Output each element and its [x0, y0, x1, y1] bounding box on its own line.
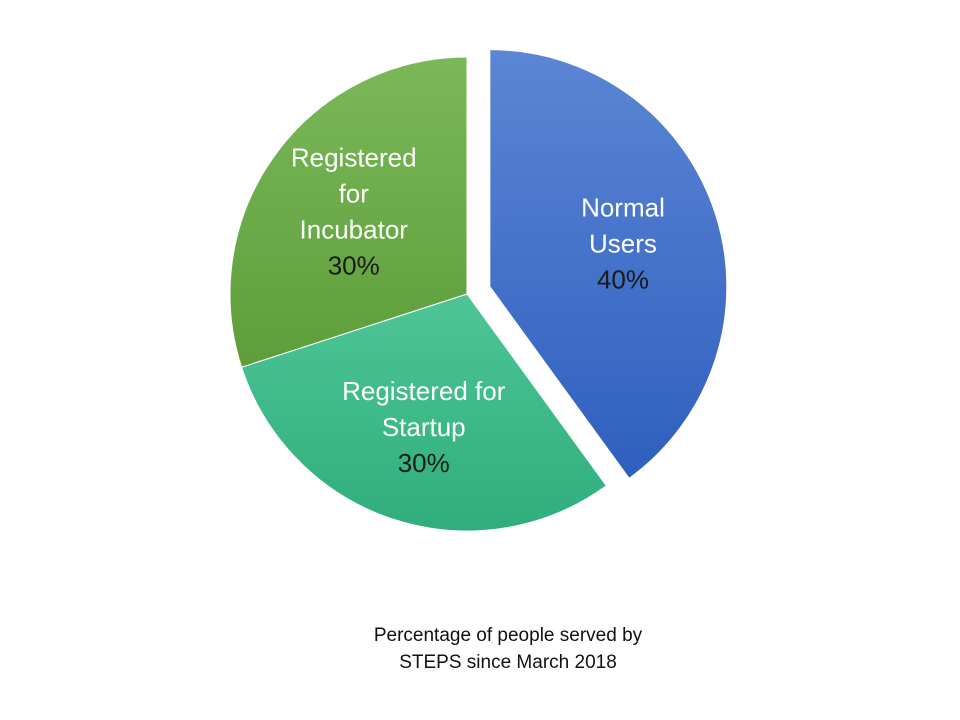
caption-line-2: STEPS since March 2018	[399, 652, 617, 673]
slice-name-line: Registered for	[342, 376, 506, 406]
pie-chart: Normal Users 40% Registered for Startup 30% Re…	[229, 49, 728, 532]
slice-name-line: Users	[589, 228, 657, 258]
slice-percent: 30%	[398, 448, 450, 478]
slice-percent: 30%	[328, 251, 380, 281]
slice-name-line: Registered	[291, 143, 417, 173]
caption-line-1: Percentage of people served by	[373, 625, 643, 646]
chart-caption: Percentage of people served by STEPS sin…	[330, 622, 686, 676]
slice-name-line: for	[339, 179, 370, 209]
slice-name-line: Incubator	[300, 215, 409, 245]
slice-percent: 40%	[597, 264, 649, 294]
pie-slices	[229, 49, 728, 532]
slice-name-line: Startup	[382, 412, 466, 442]
slice-name-line: Normal	[581, 192, 665, 222]
